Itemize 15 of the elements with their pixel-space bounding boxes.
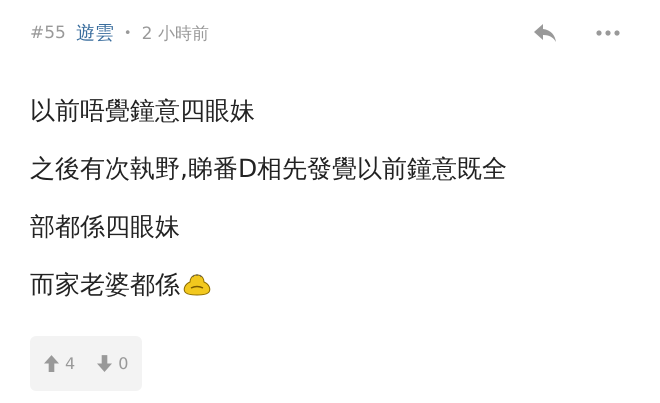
reply-icon[interactable] — [532, 23, 558, 43]
author-name[interactable]: 遊雲 — [76, 20, 114, 46]
downvote-button[interactable]: 0 — [97, 354, 128, 373]
emoticon-icon — [182, 273, 212, 297]
post-number: #55 — [30, 23, 66, 43]
post-text-line: 而家老婆都係 — [30, 270, 180, 300]
post-text-line: 部都係四眼妹 — [30, 212, 180, 242]
post-text-line: 之後有次執野,睇番D相先發覺以前鐘意既全 — [30, 154, 508, 184]
post-text-line: 以前唔覺鐘意四眼妹 — [30, 96, 255, 126]
up-arrow-icon — [44, 355, 59, 372]
separator-dot: • — [124, 26, 132, 40]
post-time: 2 小時前 — [142, 22, 209, 44]
more-icon[interactable] — [596, 30, 620, 36]
down-arrow-icon — [97, 355, 112, 372]
upvote-button[interactable]: 4 — [44, 354, 76, 373]
